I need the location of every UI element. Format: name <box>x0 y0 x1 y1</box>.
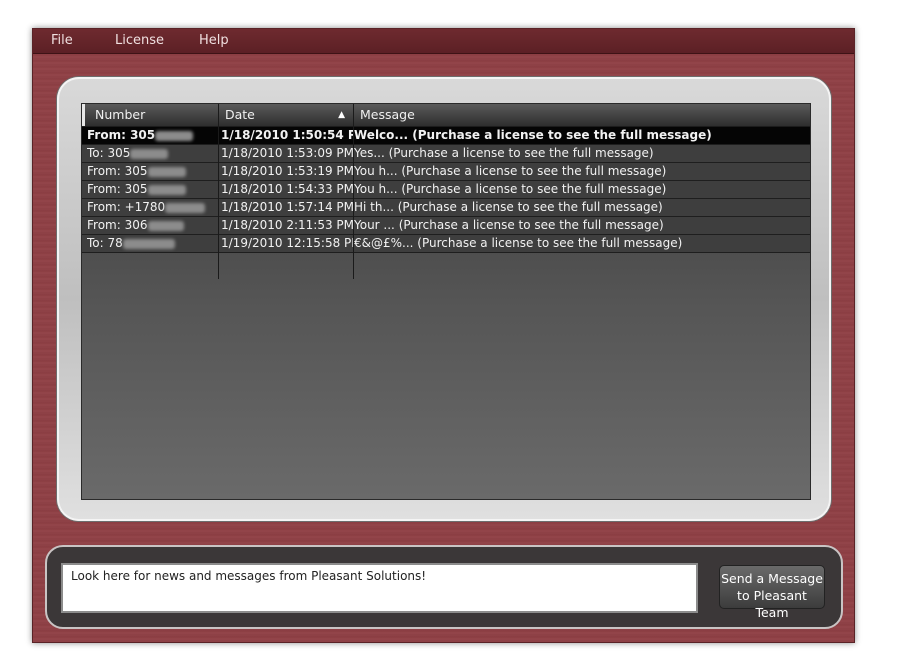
cell-message: Your ... (Purchase a license to see the … <box>354 218 664 232</box>
cell-number: From: 305 <box>87 163 215 180</box>
cell-message: You h... (Purchase a license to see the … <box>354 164 667 178</box>
cell-date: 1/18/2010 1:53:19 PM <box>221 164 353 178</box>
menu-bar: File License Help <box>33 29 854 54</box>
column-header-date[interactable]: Date ▲ <box>218 104 353 126</box>
cell-number: To: 305 <box>87 145 215 162</box>
cell-number-text: To: 78 <box>87 236 123 250</box>
cell-message: Welco... (Purchase a license to see the … <box>354 128 712 142</box>
redacted-number <box>122 238 175 249</box>
redacted-number <box>165 202 206 213</box>
column-divider <box>218 126 219 279</box>
redacted-number <box>155 130 194 141</box>
cell-date: 1/18/2010 1:50:54 PM <box>221 128 353 142</box>
table-row[interactable]: From: +1780 1/18/2010 1:57:14 PM Hi th... … <box>82 199 810 217</box>
cell-number-text: To: 305 <box>87 146 131 160</box>
table-row[interactable]: From: 305 1/18/2010 1:50:54 PMWelco... (P… <box>82 127 810 145</box>
redacted-number <box>147 166 186 177</box>
column-header-message[interactable]: Message <box>353 104 810 126</box>
menu-license[interactable]: License <box>115 33 164 48</box>
app-window: File License Help Number Date ▲ Message F… <box>32 28 855 643</box>
cell-number-text: From: 305 <box>87 164 148 178</box>
table-row[interactable]: From: 305 1/18/2010 1:53:19 PM You h... (P… <box>82 163 810 181</box>
cell-message: Hi th... (Purchase a license to see the … <box>354 200 663 214</box>
grid-header: Number Date ▲ Message <box>82 104 810 127</box>
cell-date: 1/18/2010 1:57:14 PM <box>221 200 353 214</box>
cell-date: 1/18/2010 1:53:09 PM <box>221 146 353 160</box>
news-area: Look here for news and messages from Ple… <box>45 545 843 629</box>
cell-date: 1/18/2010 2:11:53 PM <box>221 218 353 232</box>
messages-grid[interactable]: Number Date ▲ Message From: 305 1/18/2010 … <box>81 103 811 500</box>
redacted-number <box>147 220 184 231</box>
redacted-number <box>147 184 186 195</box>
cell-message: Yes... (Purchase a license to see the fu… <box>354 146 654 160</box>
table-row[interactable]: From: 306 1/18/2010 2:11:53 PM Your ... (P… <box>82 217 810 235</box>
cell-date: 1/19/2010 12:15:58 PM <box>221 236 353 250</box>
cell-number: From: 306 <box>87 217 215 234</box>
cell-number: From: 305 <box>87 181 215 198</box>
menu-help[interactable]: Help <box>199 33 229 48</box>
sort-ascending-icon: ▲ <box>338 110 345 120</box>
cell-number-text: From: 305 <box>87 128 156 142</box>
cell-message: €&@£%... (Purchase a license to see the … <box>354 236 683 250</box>
send-message-button-line2: to Pleasant Team <box>737 588 807 620</box>
cell-number-text: From: 305 <box>87 182 148 196</box>
send-message-button-line1: Send a Message <box>721 571 823 586</box>
cell-number: From: 305 <box>87 127 215 144</box>
table-row[interactable]: To: 305 1/18/2010 1:53:09 PM Yes... (Purch… <box>82 145 810 163</box>
cell-message: You h... (Purchase a license to see the … <box>354 182 667 196</box>
column-header-date-label: Date <box>225 107 255 122</box>
redacted-number <box>130 148 169 159</box>
menu-file[interactable]: File <box>51 33 73 48</box>
column-header-message-label: Message <box>360 107 415 122</box>
news-message-field[interactable]: Look here for news and messages from Ple… <box>61 563 698 613</box>
cell-number-text: From: +1780 <box>87 200 166 214</box>
table-row[interactable]: From: 305 1/18/2010 1:54:33 PM You h... (P… <box>82 181 810 199</box>
cell-number: From: +1780 <box>87 199 215 216</box>
cell-number-text: From: 306 <box>87 218 148 232</box>
column-header-number-label: Number <box>95 107 146 122</box>
send-message-button[interactable]: Send a Message to Pleasant Team <box>719 565 825 620</box>
column-header-number[interactable]: Number <box>82 104 218 126</box>
column-divider <box>353 126 354 279</box>
table-row[interactable]: To: 78 1/19/2010 12:15:58 PM €&@£%... (Pur… <box>82 235 810 253</box>
cell-date: 1/18/2010 1:54:33 PM <box>221 182 353 196</box>
cell-number: To: 78 <box>87 235 215 252</box>
